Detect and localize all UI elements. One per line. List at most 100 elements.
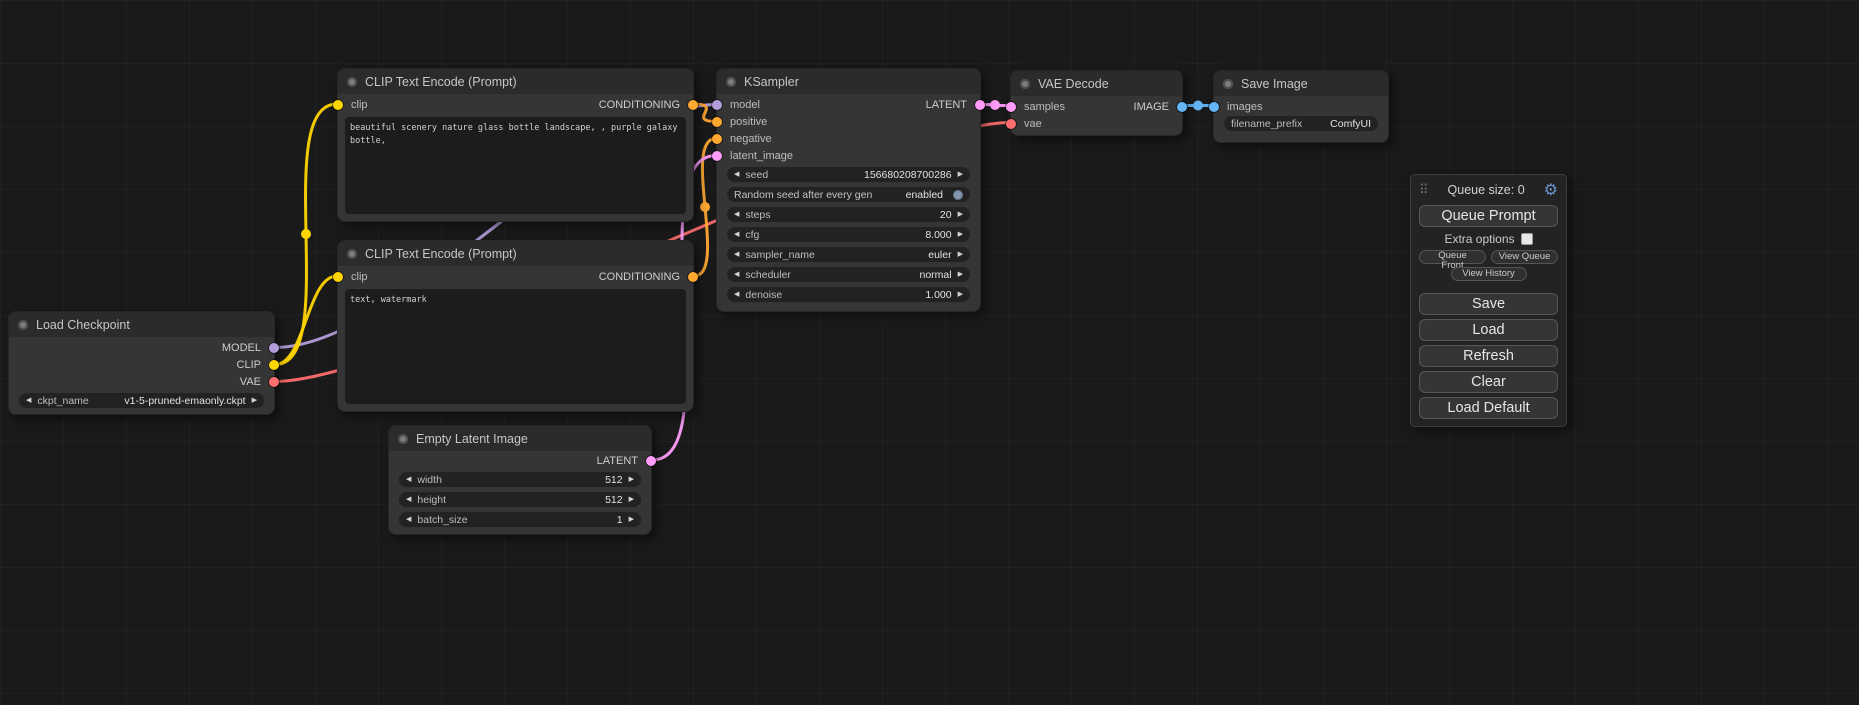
input-port-samples[interactable] xyxy=(1006,102,1016,112)
input-port-clip[interactable] xyxy=(333,272,343,282)
extra-options-checkbox[interactable] xyxy=(1521,233,1533,245)
load-default-button[interactable]: Load Default xyxy=(1419,397,1558,419)
node-graph-canvas[interactable]: Load Checkpoint MODEL CLIP VAE ◀ ckpt_na… xyxy=(0,0,1859,705)
output-label-conditioning: CONDITIONING xyxy=(599,271,680,283)
decrement-arrow-icon[interactable]: ◀ xyxy=(406,516,411,523)
widget-batch-size[interactable]: ◀ batch_size 1 ▶ xyxy=(399,512,641,527)
load-button[interactable]: Load xyxy=(1419,319,1558,341)
decrement-arrow-icon[interactable]: ◀ xyxy=(734,231,739,238)
node-title-bar[interactable]: CLIP Text Encode (Prompt) xyxy=(338,241,693,266)
clear-button[interactable]: Clear xyxy=(1419,371,1558,393)
view-history-button[interactable]: View History xyxy=(1451,267,1527,281)
node-clip-text-encode-positive[interactable]: CLIP Text Encode (Prompt) clip CONDITION… xyxy=(337,68,694,222)
widget-random-seed-toggle[interactable]: Random seed after every gen enabled xyxy=(727,187,970,202)
increment-arrow-icon[interactable]: ▶ xyxy=(958,231,963,238)
output-port-image[interactable] xyxy=(1177,102,1187,112)
widget-width[interactable]: ◀ width 512 ▶ xyxy=(399,472,641,487)
increment-arrow-icon[interactable]: ▶ xyxy=(629,516,634,523)
widget-ckpt-name[interactable]: ◀ ckpt_name v1-5-pruned-emaonly.ckpt ▶ xyxy=(19,393,264,408)
wire-midpoint-dot-latent[interactable] xyxy=(990,100,1000,110)
widget-denoise[interactable]: ◀ denoise 1.000 ▶ xyxy=(727,287,970,302)
view-queue-button[interactable]: View Queue xyxy=(1491,250,1558,264)
node-title-bar[interactable]: VAE Decode xyxy=(1011,71,1182,96)
wire-midpoint-dot-image[interactable] xyxy=(1193,101,1203,111)
output-port-vae[interactable] xyxy=(269,377,279,387)
increment-arrow-icon[interactable]: ▶ xyxy=(629,496,634,503)
node-vae-decode[interactable]: VAE Decode samples IMAGE vae xyxy=(1010,70,1183,136)
collapse-dot-icon[interactable] xyxy=(1020,79,1030,89)
input-port-images[interactable] xyxy=(1209,102,1219,112)
decrement-arrow-icon[interactable]: ◀ xyxy=(734,271,739,278)
widget-steps[interactable]: ◀ steps 20 ▶ xyxy=(727,207,970,222)
widget-cfg[interactable]: ◀ cfg 8.000 ▶ xyxy=(727,227,970,242)
node-ksampler[interactable]: KSampler model LATENT positive negative … xyxy=(716,68,981,312)
decrement-arrow-icon[interactable]: ◀ xyxy=(406,496,411,503)
collapse-dot-icon[interactable] xyxy=(18,320,28,330)
collapse-dot-icon[interactable] xyxy=(726,77,736,87)
collapse-dot-icon[interactable] xyxy=(347,77,357,87)
output-port-latent[interactable] xyxy=(975,100,985,110)
positive-prompt-textarea[interactable]: beautiful scenery nature glass bottle la… xyxy=(345,117,686,214)
input-port-vae[interactable] xyxy=(1006,119,1016,129)
widget-sampler-name[interactable]: ◀ sampler_name euler ▶ xyxy=(727,247,970,262)
node-title-bar[interactable]: CLIP Text Encode (Prompt) xyxy=(338,69,693,94)
output-port-latent[interactable] xyxy=(646,456,656,466)
increment-arrow-icon[interactable]: ▶ xyxy=(958,251,963,258)
increment-arrow-icon[interactable]: ▶ xyxy=(629,476,634,483)
input-port-positive[interactable] xyxy=(712,117,722,127)
decrement-arrow-icon[interactable]: ◀ xyxy=(734,251,739,258)
output-port-conditioning[interactable] xyxy=(688,100,698,110)
queue-panel-header: ⠿ Queue size: 0 ⚙ xyxy=(1419,180,1558,200)
collapse-dot-icon[interactable] xyxy=(1223,79,1233,89)
decrement-arrow-icon[interactable]: ◀ xyxy=(26,397,31,404)
queue-prompt-button[interactable]: Queue Prompt xyxy=(1419,205,1558,227)
widget-filename-prefix[interactable]: filename_prefix ComfyUI xyxy=(1224,116,1378,131)
refresh-button[interactable]: Refresh xyxy=(1419,345,1558,367)
node-save-image[interactable]: Save Image images filename_prefix ComfyU… xyxy=(1213,70,1389,143)
node-load-checkpoint[interactable]: Load Checkpoint MODEL CLIP VAE ◀ ckpt_na… xyxy=(8,311,275,415)
output-row-model: MODEL xyxy=(9,339,274,356)
widget-value: 1.000 xyxy=(925,289,951,301)
output-port-clip[interactable] xyxy=(269,360,279,370)
node-title-bar[interactable]: KSampler xyxy=(717,69,980,94)
decrement-arrow-icon[interactable]: ◀ xyxy=(734,211,739,218)
widget-seed[interactable]: ◀ seed 156680208700286 ▶ xyxy=(727,167,970,182)
widget-scheduler[interactable]: ◀ scheduler normal ▶ xyxy=(727,267,970,282)
decrement-arrow-icon[interactable]: ◀ xyxy=(734,291,739,298)
node-title-bar[interactable]: Save Image xyxy=(1214,71,1388,96)
widget-height[interactable]: ◀ height 512 ▶ xyxy=(399,492,641,507)
increment-arrow-icon[interactable]: ▶ xyxy=(252,397,257,404)
port-row: model LATENT xyxy=(717,96,980,113)
wire-midpoint-dot-conditioning[interactable] xyxy=(700,202,710,212)
queue-front-button[interactable]: Queue Front xyxy=(1419,250,1486,264)
increment-arrow-icon[interactable]: ▶ xyxy=(958,171,963,178)
increment-arrow-icon[interactable]: ▶ xyxy=(958,291,963,298)
node-title-bar[interactable]: Empty Latent Image xyxy=(389,426,651,451)
increment-arrow-icon[interactable]: ▶ xyxy=(958,271,963,278)
output-port-conditioning[interactable] xyxy=(688,272,698,282)
input-port-clip[interactable] xyxy=(333,100,343,110)
input-port-latent-image[interactable] xyxy=(712,151,722,161)
decrement-arrow-icon[interactable]: ◀ xyxy=(406,476,411,483)
output-port-model[interactable] xyxy=(269,343,279,353)
widget-value: 8.000 xyxy=(925,229,951,241)
output-label-latent: LATENT xyxy=(926,99,967,111)
node-title-bar[interactable]: Load Checkpoint xyxy=(9,312,274,337)
node-clip-text-encode-negative[interactable]: CLIP Text Encode (Prompt) clip CONDITION… xyxy=(337,240,694,412)
input-port-model[interactable] xyxy=(712,100,722,110)
widget-label: scheduler xyxy=(745,269,791,281)
increment-arrow-icon[interactable]: ▶ xyxy=(958,211,963,218)
collapse-dot-icon[interactable] xyxy=(347,249,357,259)
drag-handle-icon[interactable]: ⠿ xyxy=(1419,182,1429,198)
collapse-dot-icon[interactable] xyxy=(398,434,408,444)
widget-value: v1-5-pruned-emaonly.ckpt xyxy=(124,395,245,407)
node-empty-latent-image[interactable]: Empty Latent Image LATENT ◀ width 512 ▶ … xyxy=(388,425,652,535)
decrement-arrow-icon[interactable]: ◀ xyxy=(734,171,739,178)
toggle-knob[interactable] xyxy=(953,190,963,200)
negative-prompt-textarea[interactable]: text, watermark xyxy=(345,289,686,404)
settings-gear-icon[interactable]: ⚙ xyxy=(1544,180,1558,200)
wire-midpoint-dot-clip[interactable] xyxy=(301,229,311,239)
input-port-negative[interactable] xyxy=(712,134,722,144)
save-button[interactable]: Save xyxy=(1419,293,1558,315)
queue-size-label: Queue size: 0 xyxy=(1429,183,1544,197)
